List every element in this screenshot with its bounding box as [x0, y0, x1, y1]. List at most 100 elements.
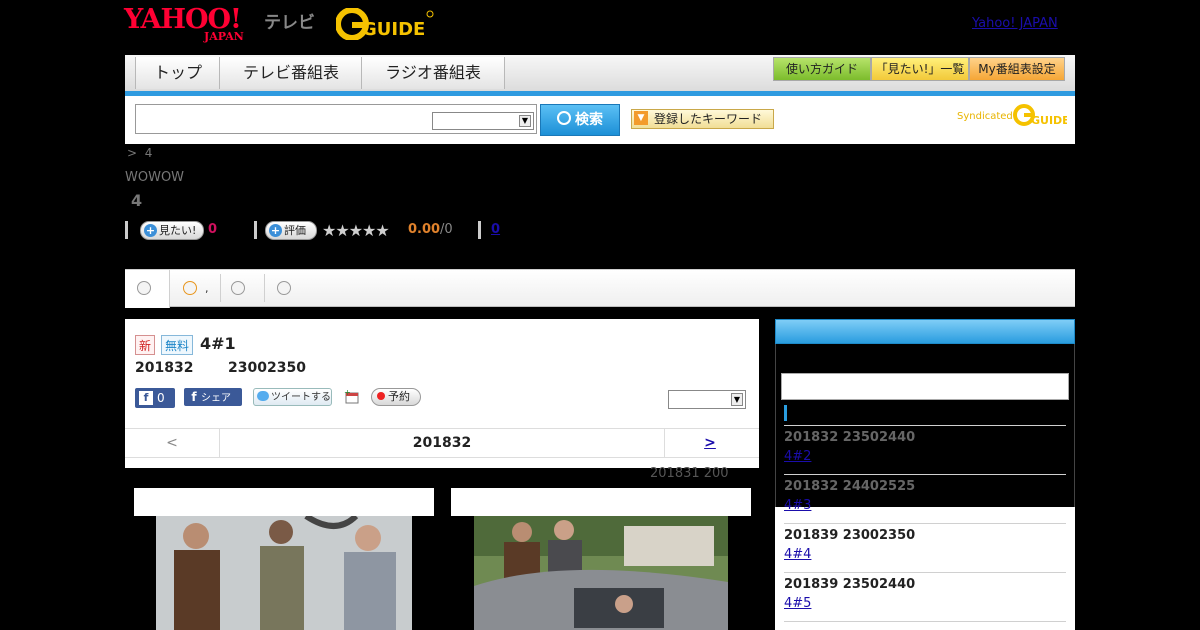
- yahoo-japan-logo[interactable]: YAHOO! JAPAN: [124, 4, 260, 43]
- rating-count: /0: [440, 222, 453, 237]
- episode-photo-1: [156, 516, 412, 630]
- yahoo-logo-text: YAHOO!: [124, 4, 242, 35]
- facebook-icon: f: [191, 390, 197, 404]
- yahoo-japan-link[interactable]: Yahoo! JAPAN: [972, 16, 1058, 31]
- star-icon: ★: [335, 221, 349, 240]
- star-icon: ★: [375, 221, 389, 240]
- divider: [784, 474, 1066, 475]
- guide-button[interactable]: 使い方ガイド: [773, 57, 871, 81]
- chevron-down-icon: ▼: [731, 393, 743, 406]
- want-button[interactable]: + 見たい!: [140, 221, 204, 240]
- pager-next-button[interactable]: >: [663, 429, 757, 457]
- pager-prev-button[interactable]: <: [125, 429, 219, 457]
- gguide-small-logo: GUIDE: [1013, 104, 1067, 127]
- pager-current: 201832: [219, 429, 665, 457]
- my-listing-settings-button[interactable]: My番組表設定: [969, 57, 1065, 81]
- add-calendar-icon[interactable]: +: [344, 388, 360, 405]
- rate-button[interactable]: + 評価: [265, 221, 317, 240]
- sidebar-item-time: 201832 24402525: [784, 479, 916, 494]
- syndicated-gguide-badge: Syndicated GUIDE: [957, 102, 1067, 128]
- image-caption-bar: [451, 488, 751, 516]
- divider: [125, 221, 128, 239]
- breadcrumb: > 4: [127, 146, 153, 160]
- channel-name: WOWOW: [125, 170, 185, 185]
- tab-details[interactable]: [125, 270, 170, 308]
- program-title: 4: [131, 191, 143, 210]
- tweet-button[interactable]: ツイートする: [253, 388, 332, 406]
- episode-action-select[interactable]: ▼: [668, 390, 746, 409]
- tab-third[interactable]: [221, 270, 265, 308]
- sidebar-section-marker: [784, 405, 787, 421]
- divider: [784, 523, 1066, 524]
- rating-stars: ★★★★★: [322, 221, 390, 240]
- free-badge: 無料: [161, 335, 194, 355]
- tab-radio-listings[interactable]: ラジオ番組表: [361, 57, 505, 89]
- circle-down-icon: [137, 281, 151, 295]
- chevron-down-icon: ▼: [519, 115, 531, 127]
- twitter-icon: [257, 391, 269, 401]
- tv-label: テレビ: [264, 13, 315, 33]
- registered-keyword-button[interactable]: ▼ 登録したキーワード: [631, 109, 774, 129]
- sidebar-item-link[interactable]: 4#2: [784, 449, 811, 464]
- episode-image-card[interactable]: [134, 488, 434, 630]
- divider: [784, 425, 1066, 426]
- sidebar-lower-panel: [775, 507, 1075, 630]
- sidebar-item-time: 201839 23502440: [784, 577, 916, 592]
- main-nav: トップ テレビ番組表 ラジオ番組表 使い方ガイド 「見たい!」一覧 My番組表設…: [125, 55, 1075, 96]
- review-link[interactable]: 0: [491, 222, 500, 237]
- want-count: 0: [208, 222, 218, 237]
- tab-tv-listings[interactable]: テレビ番組表: [219, 57, 363, 89]
- gguide-logo-mark: GUIDE: [335, 7, 434, 41]
- detail-tab-bar: ,: [125, 269, 1075, 308]
- circle-play-icon: [277, 281, 291, 295]
- svg-text:GUIDE: GUIDE: [1031, 114, 1067, 127]
- svg-text:GUIDE: GUIDE: [362, 19, 425, 40]
- triangle-down-icon: ▼: [634, 111, 648, 125]
- divider: [254, 221, 257, 239]
- facebook-icon: f: [139, 391, 153, 405]
- new-badge: 新: [135, 335, 156, 355]
- facebook-share-button[interactable]: f シェア: [184, 388, 242, 406]
- tab-fourth[interactable]: [265, 270, 309, 308]
- date-note: 201831 200: [650, 466, 729, 481]
- want-list-button[interactable]: 「見たい!」一覧: [871, 57, 969, 81]
- sidebar-input[interactable]: [781, 373, 1069, 400]
- sidebar-header: [775, 319, 1075, 344]
- rating-value: 0.00: [408, 222, 441, 237]
- episode-panel: 新 無料 4#1 201832 23002350 f0 f シェア ツイートする …: [125, 319, 759, 468]
- circle-play-icon: [231, 281, 245, 295]
- tab-second[interactable]: ,: [177, 270, 221, 308]
- sidebar-item-link[interactable]: 4#5: [784, 596, 811, 611]
- episode-pager: < 201832 >: [125, 428, 759, 458]
- divider: [478, 221, 481, 239]
- episode-photo-2: [474, 516, 728, 630]
- sidebar-item-time: 201839 23002350: [784, 528, 916, 543]
- episode-title: 4#1: [200, 334, 236, 353]
- plus-icon: +: [144, 224, 157, 237]
- star-icon: ★: [362, 221, 376, 240]
- record-dot-icon: [377, 392, 385, 400]
- sidebar-item-link[interactable]: 4#4: [784, 547, 811, 562]
- gguide-logo[interactable]: GUIDE: [335, 7, 436, 41]
- facebook-like-button[interactable]: f0: [135, 388, 175, 408]
- star-icon: ★: [348, 221, 363, 240]
- tab-top[interactable]: トップ: [135, 57, 221, 89]
- search-icon: [557, 111, 571, 125]
- search-category-select[interactable]: ▼: [432, 112, 534, 130]
- episode-time: 23002350: [228, 360, 306, 376]
- episode-date: 201832: [135, 360, 194, 376]
- sidebar-item-link[interactable]: 4#3: [784, 498, 811, 513]
- breadcrumb-item[interactable]: 4: [145, 146, 153, 160]
- sidebar-item-time: 201832 23502440: [784, 430, 916, 445]
- episode-image-card[interactable]: [451, 488, 751, 630]
- plus-icon: +: [269, 224, 282, 237]
- star-icon: ★: [322, 221, 336, 240]
- circle-play-icon: [183, 281, 197, 295]
- search-button[interactable]: 検索: [540, 104, 620, 136]
- divider: [784, 572, 1066, 573]
- divider: [784, 621, 1066, 622]
- image-caption-bar: [134, 488, 434, 516]
- svg-text:+: +: [344, 389, 351, 397]
- japan-logo-text: JAPAN: [204, 30, 244, 43]
- reserve-button[interactable]: 予約: [371, 388, 421, 406]
